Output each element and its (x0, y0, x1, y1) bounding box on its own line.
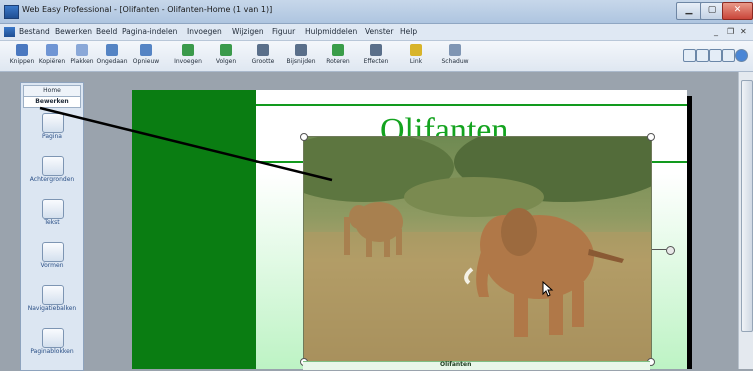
callout-line (39, 106, 333, 182)
mouse-cursor-icon (542, 281, 554, 297)
